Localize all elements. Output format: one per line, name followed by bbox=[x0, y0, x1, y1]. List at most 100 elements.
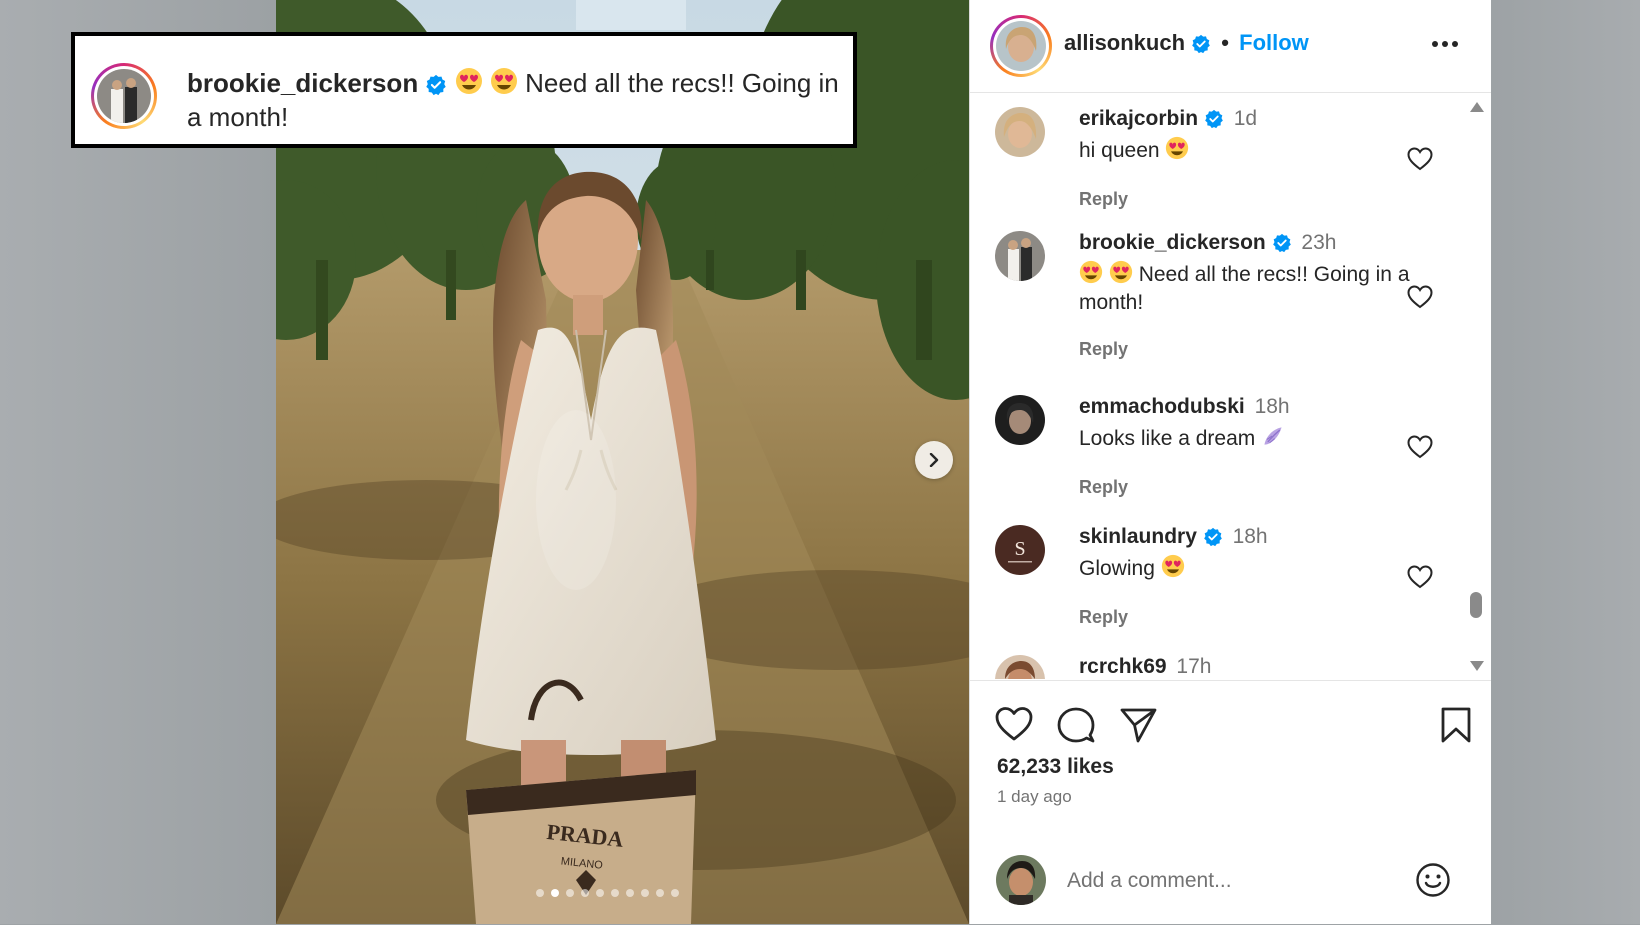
svg-text:S: S bbox=[1014, 538, 1025, 560]
heart-eyes-emoji bbox=[1109, 260, 1132, 284]
comment-item: rcrchk69 17h bbox=[995, 655, 1435, 679]
current-user-avatar bbox=[996, 855, 1046, 905]
carousel-dot bbox=[626, 889, 634, 897]
reply-button[interactable]: Reply bbox=[1079, 189, 1128, 210]
comment-header: rcrchk69 17h bbox=[1079, 655, 1211, 679]
verified-badge-icon bbox=[1192, 35, 1211, 54]
comment-text-content: hi queen bbox=[1079, 139, 1160, 162]
header-separator: • bbox=[1221, 30, 1229, 55]
verified-badge-icon bbox=[1203, 528, 1222, 547]
comment-avatar[interactable] bbox=[995, 655, 1045, 679]
heart-eyes-emoji bbox=[490, 68, 517, 94]
next-image-button[interactable] bbox=[915, 441, 953, 479]
carousel-dot bbox=[536, 889, 544, 897]
comment-item: emmachodubski 18h Looks like a dream Rep… bbox=[995, 395, 1435, 505]
carousel-dot bbox=[641, 889, 649, 897]
comment-username[interactable]: brookie_dickerson bbox=[1079, 231, 1266, 254]
more-icon[interactable] bbox=[1430, 34, 1460, 54]
carousel-dot bbox=[611, 889, 619, 897]
comment-username[interactable]: erikajcorbin bbox=[1079, 107, 1198, 130]
comment-header: erikajcorbin 1d bbox=[1079, 107, 1257, 131]
comment-header: skinlaundry 18h bbox=[1079, 525, 1268, 549]
comment-text: hi queen bbox=[1079, 136, 1439, 165]
share-icon[interactable] bbox=[1118, 705, 1158, 745]
comment-text-content: Glowing bbox=[1079, 557, 1155, 580]
likes-count[interactable]: 62,233 likes bbox=[997, 755, 1114, 779]
comment-avatar[interactable]: S bbox=[995, 525, 1045, 575]
post-header: allisonkuch • Follow bbox=[970, 0, 1491, 93]
comment-username[interactable]: skinlaundry bbox=[1079, 525, 1197, 548]
carousel-dot bbox=[656, 889, 664, 897]
comment-username[interactable]: rcrchk69 bbox=[1079, 655, 1167, 678]
comment-username[interactable]: emmachodubski bbox=[1079, 395, 1245, 418]
post-side-panel: allisonkuch • Follow erikajcorbin 1d hi bbox=[969, 0, 1491, 924]
reply-button[interactable]: Reply bbox=[1079, 477, 1128, 498]
heart-eyes-emoji bbox=[1079, 260, 1103, 284]
heart-icon[interactable] bbox=[1407, 565, 1433, 589]
avatar-photo bbox=[996, 21, 1046, 71]
carousel-dot bbox=[596, 889, 604, 897]
heart-eyes-emoji bbox=[455, 68, 482, 94]
heart-icon[interactable] bbox=[1407, 285, 1433, 309]
comment-text: Need all the recs!! Going in a month! bbox=[1079, 260, 1439, 317]
avatar-photo bbox=[996, 855, 1046, 905]
chevron-right-icon bbox=[929, 453, 939, 467]
avatar-photo bbox=[995, 107, 1045, 157]
heart-eyes-emoji bbox=[1166, 136, 1189, 160]
carousel-dot bbox=[551, 889, 559, 897]
callout-text: brookie_dickerson Need all the recs!! Go… bbox=[187, 66, 847, 134]
avatar-photo bbox=[995, 655, 1045, 679]
comment-text-content: Looks like a dream bbox=[1079, 427, 1256, 450]
verified-badge-icon bbox=[1272, 234, 1291, 253]
callout-avatar bbox=[91, 63, 157, 129]
carousel-indicator bbox=[536, 889, 679, 897]
heart-icon[interactable] bbox=[1407, 147, 1433, 171]
avatar-photo bbox=[97, 69, 151, 123]
comment-time: 18h bbox=[1232, 525, 1268, 548]
comment-header: emmachodubski 18h bbox=[1079, 395, 1290, 419]
comment-avatar[interactable] bbox=[995, 231, 1045, 281]
comment-time: 23h bbox=[1301, 231, 1337, 254]
heart-icon[interactable] bbox=[1407, 435, 1433, 459]
comment-item: brookie_dickerson 23h Need all the recs!… bbox=[995, 231, 1435, 371]
author-avatar[interactable] bbox=[990, 15, 1052, 77]
reply-button[interactable]: Reply bbox=[1079, 339, 1128, 360]
author-username[interactable]: allisonkuch bbox=[1064, 30, 1185, 55]
author-line: allisonkuch • Follow bbox=[1064, 30, 1309, 56]
highlighted-comment-callout: brookie_dickerson Need all the recs!! Go… bbox=[71, 32, 857, 148]
reply-button[interactable]: Reply bbox=[1079, 607, 1128, 628]
add-comment-row bbox=[970, 831, 1491, 925]
comment-icon[interactable] bbox=[1056, 705, 1096, 745]
comments-list[interactable]: erikajcorbin 1d hi queen Reply brookie_d… bbox=[970, 93, 1491, 679]
like-heart-icon[interactable] bbox=[994, 705, 1034, 745]
avatar-photo bbox=[995, 231, 1045, 281]
heart-eyes-emoji bbox=[1161, 554, 1184, 578]
smile-icon[interactable] bbox=[1415, 862, 1451, 898]
carousel-dot bbox=[671, 889, 679, 897]
comment-avatar[interactable] bbox=[995, 107, 1045, 157]
avatar-photo bbox=[995, 395, 1045, 445]
add-comment-input[interactable] bbox=[1065, 864, 1369, 898]
callout-username: brookie_dickerson bbox=[187, 68, 419, 98]
bookmark-icon[interactable] bbox=[1436, 705, 1476, 745]
comment-time: 1d bbox=[1233, 107, 1258, 130]
post-actions: 62,233 likes 1 day ago bbox=[970, 680, 1491, 925]
background-right bbox=[1492, 0, 1640, 924]
carousel-dot bbox=[566, 889, 574, 897]
comment-time: 17h bbox=[1176, 655, 1212, 678]
verified-badge-icon bbox=[1205, 110, 1223, 129]
scroll-down-arrow-icon[interactable] bbox=[1469, 660, 1485, 672]
comment-header: brookie_dickerson 23h bbox=[1079, 231, 1336, 255]
comment-time: 18h bbox=[1254, 395, 1290, 418]
carousel-dot bbox=[581, 889, 589, 897]
comment-text: Glowing bbox=[1079, 554, 1439, 583]
comment-item: erikajcorbin 1d hi queen Reply bbox=[995, 107, 1435, 217]
comment-item: S skinlaundry 18h Glowing Reply bbox=[995, 525, 1435, 635]
comment-avatar[interactable] bbox=[995, 395, 1045, 445]
comment-text: Looks like a dream bbox=[1079, 424, 1439, 453]
scroll-up-arrow-icon[interactable] bbox=[1469, 101, 1485, 113]
follow-button[interactable]: Follow bbox=[1239, 30, 1309, 55]
scrollbar-thumb[interactable] bbox=[1470, 592, 1482, 618]
verified-badge-icon bbox=[426, 75, 447, 96]
wing-emoji bbox=[1264, 427, 1282, 445]
